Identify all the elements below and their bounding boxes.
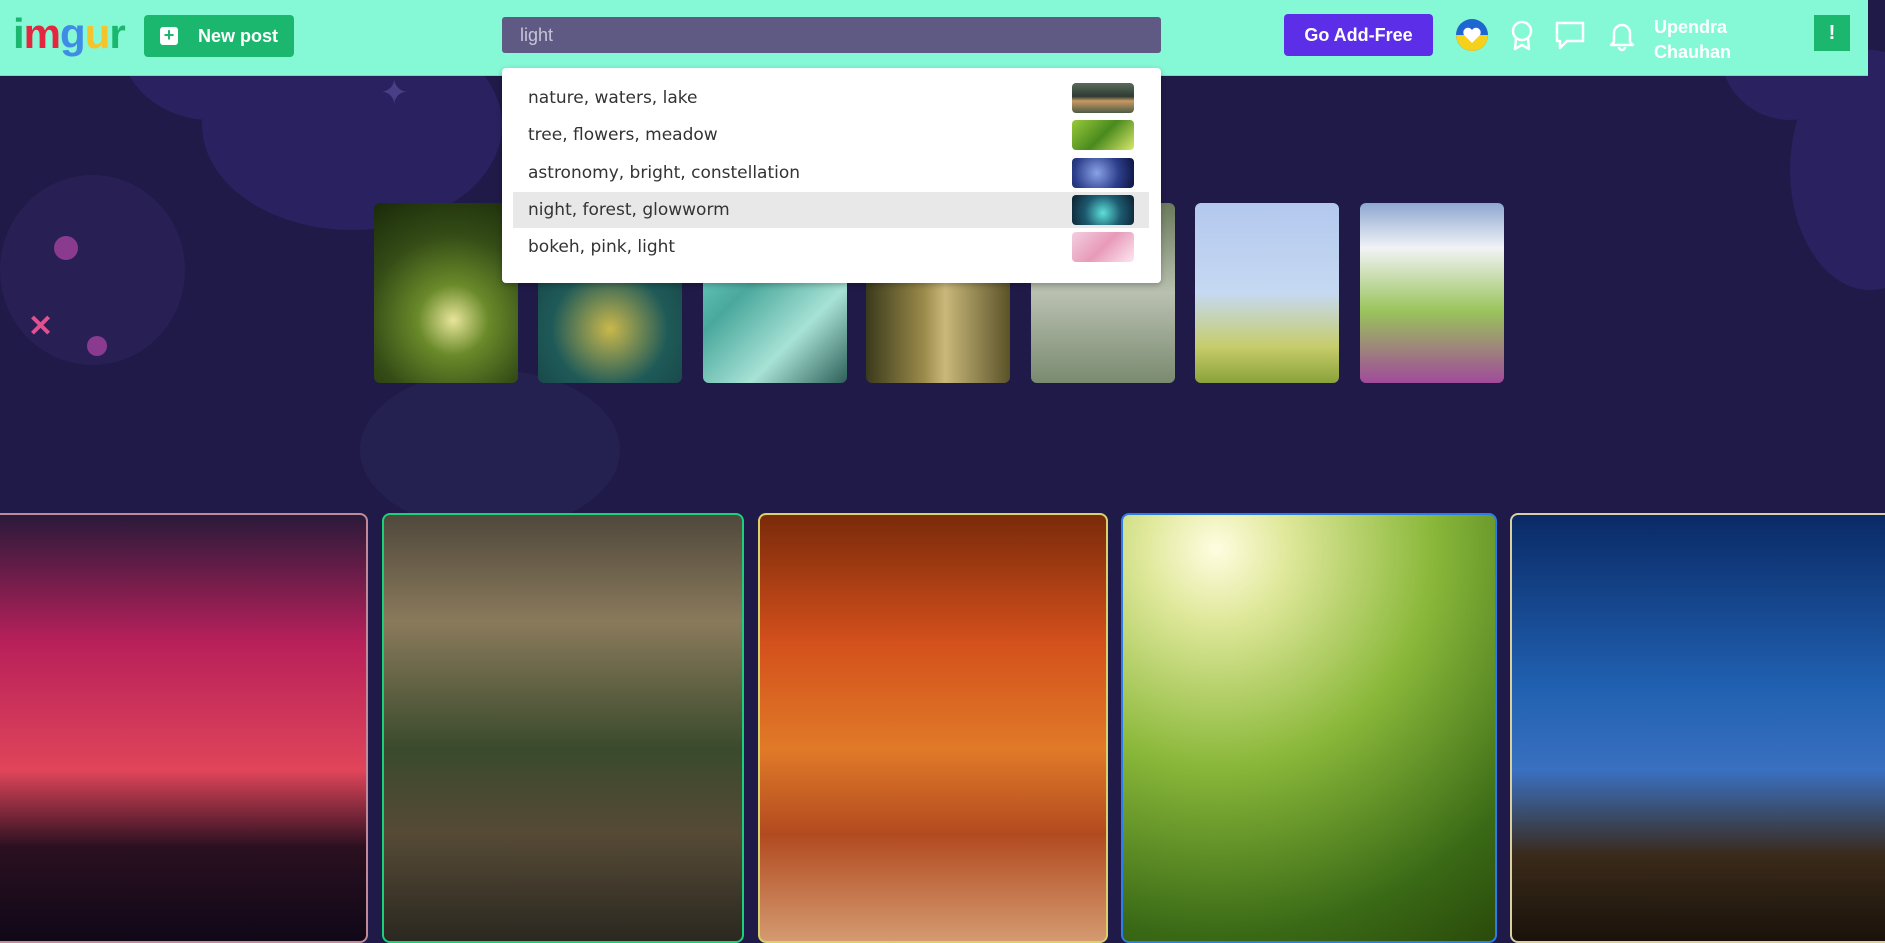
background-dot xyxy=(54,236,78,260)
ukraine-heart-icon[interactable] xyxy=(1455,18,1489,52)
new-post-button[interactable]: + New post xyxy=(144,15,294,57)
search-suggestion-item[interactable]: tree, flowers, meadow xyxy=(513,117,1149,153)
top-header: imgur + New post Go Add-Free Upendra Cha… xyxy=(0,0,1868,76)
constellation-thumbnail xyxy=(1072,158,1134,188)
search-suggestion-item[interactable]: nature, waters, lake xyxy=(513,80,1149,116)
gallery-thumbnail-tree[interactable] xyxy=(374,203,518,383)
search-suggestion-item-highlighted[interactable]: night, forest, glowworm xyxy=(513,192,1149,228)
background-plus-mark: ✦ xyxy=(380,74,409,112)
post-card-sunlit-meadow[interactable] xyxy=(1121,513,1497,943)
user-last-name: Chauhan xyxy=(1654,42,1732,62)
suggestion-label: astronomy, bright, constellation xyxy=(528,163,801,183)
new-post-label: New post xyxy=(198,25,279,46)
user-name[interactable]: Upendra Chauhan xyxy=(1654,15,1731,65)
background-x-mark: ✕ xyxy=(28,310,54,343)
meadow-thumbnail xyxy=(1072,120,1134,150)
search-suggestion-item[interactable]: bokeh, pink, light xyxy=(513,229,1149,265)
search-suggestion-item[interactable]: astronomy, bright, constellation xyxy=(513,155,1149,191)
go-adfree-label: Go Add-Free xyxy=(1304,24,1413,45)
background-dot xyxy=(87,336,107,356)
lake-thumbnail xyxy=(1072,83,1134,113)
plus-icon: + xyxy=(160,26,178,45)
gallery-thumbnail-butterflies[interactable] xyxy=(1195,203,1339,383)
bokeh-thumbnail xyxy=(1072,232,1134,262)
imgur-logo[interactable]: imgur xyxy=(13,10,126,58)
chat-icon[interactable] xyxy=(1553,18,1587,52)
post-card-lake-storm[interactable] xyxy=(382,513,744,943)
background-decoration xyxy=(360,370,620,530)
gallery-thumbnail-mountains[interactable] xyxy=(1360,203,1504,383)
user-first-name: Upendra xyxy=(1654,17,1728,37)
award-icon[interactable] xyxy=(1505,18,1539,52)
search-suggestions-dropdown: nature, waters, lake tree, flowers, mead… xyxy=(502,68,1161,283)
post-card-blue-butterflies[interactable] xyxy=(1510,513,1885,943)
suggestion-label: tree, flowers, meadow xyxy=(528,125,718,145)
avatar[interactable]: ! xyxy=(1814,15,1850,51)
suggestion-label: night, forest, glowworm xyxy=(528,200,730,220)
suggestion-label: bokeh, pink, light xyxy=(528,237,676,257)
bell-icon[interactable] xyxy=(1605,18,1639,52)
search-input[interactable] xyxy=(502,17,1161,53)
post-card-sunset-tree[interactable] xyxy=(0,513,368,943)
suggestion-label: nature, waters, lake xyxy=(528,88,698,108)
glowworm-thumbnail xyxy=(1072,195,1134,225)
post-card-autumn-path[interactable] xyxy=(758,513,1108,943)
go-adfree-button[interactable]: Go Add-Free xyxy=(1284,14,1433,56)
